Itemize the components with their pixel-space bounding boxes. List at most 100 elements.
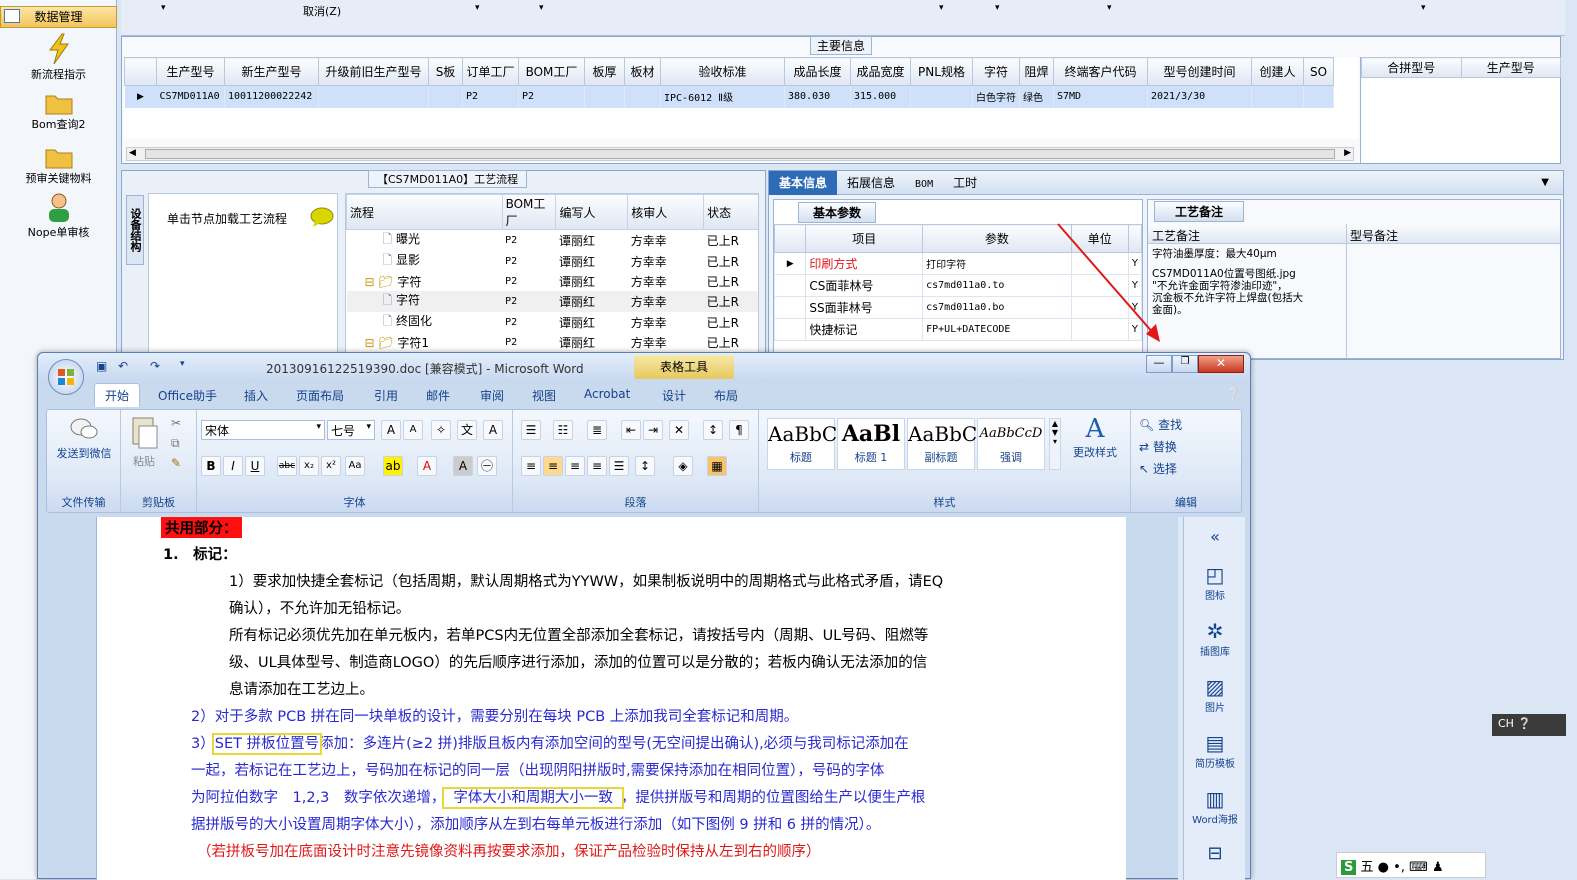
tab-extended-info[interactable]: 拓展信息 (837, 171, 905, 195)
table-cell[interactable]: 2021/3/30 (1147, 85, 1252, 108)
multilevel-list-icon[interactable]: ≣ (587, 420, 607, 440)
sort-icon[interactable]: ↕ (703, 420, 723, 440)
tab-hours[interactable]: 工时 (943, 171, 987, 195)
justify-icon[interactable]: ≡ (587, 456, 607, 476)
tab-acrobat[interactable]: Acrobat (584, 387, 630, 401)
decrease-indent-icon[interactable]: ⇤ (621, 420, 641, 440)
tab-layout[interactable]: 布局 (714, 387, 738, 404)
language-bar[interactable]: CH ❔ (1492, 714, 1566, 736)
phonetic-icon[interactable]: 文 (457, 420, 477, 440)
column-header[interactable]: 生产型号 (156, 57, 225, 86)
column-header[interactable]: 字符 (972, 57, 1020, 86)
distribute-icon[interactable]: ☰ (609, 456, 629, 476)
column-header[interactable]: 参数 (922, 224, 1072, 253)
column-header[interactable]: SO (1303, 57, 1334, 86)
column-header[interactable]: 订单工厂 (462, 57, 519, 86)
char-shading-icon[interactable]: A (453, 456, 473, 476)
table-row[interactable]: ⊟ 📁︎ 字符 P2 谭丽红 方幸幸 已上R (347, 272, 759, 291)
word-titlebar[interactable]: ▣ ↶ ↷ ▾ 20130916122519390.doc [兼容模式] - M… (38, 353, 1250, 395)
table-cell[interactable]: 印刷方式 (805, 252, 924, 275)
column-header[interactable]: 板材 (624, 57, 661, 86)
find-button[interactable]: 🔍︎ 查找 (1139, 416, 1182, 433)
align-left-icon[interactable]: ≡ (521, 456, 541, 476)
tab-design[interactable]: 设计 (662, 387, 686, 404)
char-border-icon[interactable]: A (483, 420, 503, 440)
restore-button[interactable]: ❐ (1172, 355, 1198, 373)
format-painter-icon[interactable]: ✎ (171, 456, 181, 470)
table-cell[interactable] (1303, 85, 1334, 108)
style-emphasis[interactable]: AaBbCcD 强调 (977, 418, 1045, 470)
column-header[interactable]: 新生产型号 (224, 57, 319, 86)
pane-item-resume[interactable]: ▤ 简历模板 (1184, 731, 1246, 770)
column-header[interactable]: 合拼型号 (1361, 57, 1462, 78)
tree-node[interactable]: 🗋︎ 终固化 (347, 312, 503, 333)
table-cell[interactable]: P2 (502, 312, 556, 333)
column-header[interactable]: S板 (428, 57, 463, 86)
column-header[interactable]: 阻焊 (1019, 57, 1054, 86)
column-header[interactable]: 成品长度 (784, 57, 851, 86)
table-cell[interactable]: 方幸幸 (628, 333, 704, 352)
table-cell[interactable]: CS面菲林号 (805, 274, 924, 297)
table-row[interactable]: 🗋︎ 曝光 P2 谭丽红 方幸幸 已上R (347, 230, 759, 252)
column-header[interactable]: 升级前旧生产型号 (318, 57, 429, 86)
style-subtitle[interactable]: AaBbC 副标题 (907, 418, 977, 470)
table-cell[interactable]: 谭丽红 (556, 272, 628, 291)
table-cell[interactable]: 谭丽红 (556, 230, 628, 252)
table-row[interactable]: ⊟ 📁︎ 字符1 P2 谭丽红 方幸幸 已上R (347, 333, 759, 352)
table-cell[interactable]: P2 (502, 230, 556, 252)
table-cell[interactable]: P2 (518, 85, 585, 108)
tree-node[interactable]: 🗋︎ 字符 (347, 291, 503, 312)
dropdown-arrow-icon[interactable]: ▾ (475, 3, 480, 13)
strikethrough-icon[interactable]: abc (277, 456, 297, 476)
column-header[interactable]: BOM工厂 (501, 194, 557, 230)
shrink-font-icon[interactable]: A (403, 420, 423, 440)
change-case-icon[interactable]: Aa (345, 456, 365, 476)
copy-icon[interactable]: ⧉ (171, 436, 180, 451)
table-cell[interactable]: 白色字符 (972, 85, 1020, 108)
table-cell[interactable]: P2 (462, 85, 519, 108)
tab-insert[interactable]: 插入 (244, 387, 268, 404)
table-cell[interactable]: cs7md011a0.bo (922, 296, 1072, 319)
table-cell[interactable]: 方幸幸 (628, 230, 704, 252)
table-cell[interactable]: 谭丽红 (556, 312, 628, 333)
table-cell[interactable]: 方幸幸 (628, 272, 704, 291)
column-header[interactable]: 核审人 (627, 194, 705, 230)
table-cell[interactable]: 方幸幸 (628, 251, 704, 272)
ime-punct-icon[interactable]: •, (1393, 860, 1405, 875)
column-header[interactable]: 型号备注 (1350, 227, 1398, 244)
pane-item-poster[interactable]: ▥ Word海报 (1184, 787, 1246, 826)
sidebar-item-bom-query[interactable]: Bom查询2 (0, 90, 117, 132)
table-row[interactable]: 🗋︎ 字符 P2 谭丽红 方幸幸 已上R (346, 291, 758, 312)
quick-access-menu-icon[interactable]: ▾ (180, 359, 185, 369)
table-cell[interactable]: 绿色 (1019, 85, 1054, 108)
table-cell[interactable]: 已上R (704, 291, 758, 312)
table-row[interactable]: 🗋︎ 终固化 P2 谭丽红 方幸幸 已上R (347, 312, 759, 333)
table-cell[interactable]: 已上R (704, 312, 758, 333)
font-name-select[interactable]: 宋体 ▾ (201, 420, 325, 440)
tab-references[interactable]: 引用 (374, 387, 398, 404)
cut-icon[interactable]: ✂ (171, 416, 181, 430)
column-header[interactable]: 型号创建时间 (1147, 57, 1252, 86)
table-cell[interactable]: 380.030 (784, 85, 851, 108)
table-cell[interactable]: 已上R (704, 230, 758, 252)
sidebar-item-key-material[interactable]: 预审关键物料 (0, 144, 117, 186)
paste-button[interactable]: 粘贴 (125, 414, 163, 469)
pane-item-picture[interactable]: ▨ 图片 (1184, 675, 1246, 714)
select-button[interactable]: ↖ 选择 (1139, 460, 1177, 477)
align-right-icon[interactable]: ≡ (565, 456, 585, 476)
table-cell[interactable]: 已上R (704, 251, 758, 272)
help-icon[interactable]: ❔ (1226, 387, 1241, 401)
sidebar-item-nope-review[interactable]: Nope单审核 (0, 192, 117, 240)
style-heading-1[interactable]: AaBl 标题 1 (837, 418, 905, 470)
keyboard-icon[interactable]: ⌨ (1409, 860, 1428, 875)
increase-indent-icon[interactable]: ⇥ (643, 420, 663, 440)
underline-icon[interactable]: U (245, 456, 265, 476)
cancel-button[interactable]: 取消(Z) (303, 3, 341, 19)
table-cell[interactable] (624, 85, 661, 108)
shading-icon[interactable]: ◈ (673, 456, 693, 476)
table-cell[interactable]: P2 (502, 272, 556, 291)
tab-office-assistant[interactable]: Office助手 (158, 387, 217, 404)
remark-tab[interactable]: 工艺备注 (1154, 201, 1245, 222)
highlight-icon[interactable]: ab (383, 456, 403, 476)
asian-layout-icon[interactable]: ✕ (669, 420, 689, 440)
